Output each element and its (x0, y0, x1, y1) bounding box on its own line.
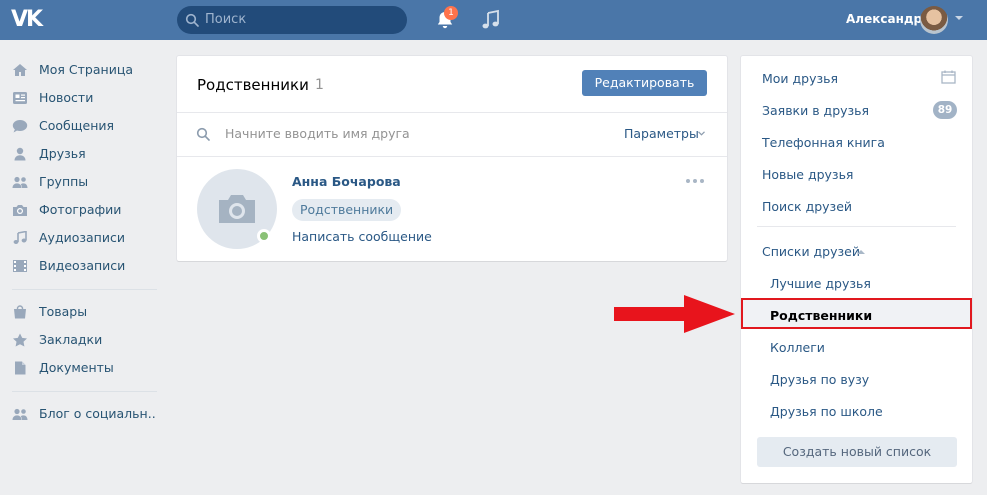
chevron-up-icon[interactable] (857, 250, 865, 254)
music-icon[interactable] (481, 9, 501, 31)
nav-item-label: Видеозаписи (39, 258, 126, 273)
nav-item-friends[interactable]: Друзья (0, 140, 160, 168)
nav-item-video[interactable]: Видеозаписи (0, 252, 160, 280)
list-item-colleagues[interactable]: Коллеги (770, 340, 825, 355)
nav-item-label: Фотографии (39, 202, 122, 217)
nav-item-label: Аудиозаписи (39, 230, 125, 245)
create-list-button[interactable]: Создать новый список (757, 437, 957, 467)
nav-divider (12, 391, 157, 392)
nav-divider (12, 289, 157, 290)
more-options-icon[interactable] (685, 178, 705, 184)
nav-item-audio[interactable]: Аудиозаписи (0, 224, 160, 252)
nav-item-photos[interactable]: Фотографии (0, 196, 160, 224)
page-title: Родственники (197, 76, 309, 94)
divider (177, 112, 727, 113)
music-icon (13, 231, 27, 244)
avatar[interactable] (920, 6, 948, 34)
side-item-find-friends[interactable]: Поиск друзей (762, 199, 852, 214)
list-item-relatives[interactable]: Родственники (770, 308, 872, 323)
nav-item-my-page[interactable]: Моя Страница (0, 56, 160, 84)
search-icon (196, 127, 210, 141)
groups-icon (12, 176, 28, 188)
edit-button[interactable]: Редактировать (582, 70, 707, 96)
top-header: VK Поиск 1 Александр (0, 0, 987, 40)
nav-item-messages[interactable]: Сообщения (0, 112, 160, 140)
list-item-best-friends[interactable]: Лучшие друзья (770, 276, 871, 291)
star-icon (13, 333, 27, 347)
side-item-friend-requests[interactable]: Заявки в друзья (762, 103, 869, 118)
friend-search-input[interactable]: Начните вводить имя друга (225, 126, 410, 141)
list-item-school-friends[interactable]: Друзья по школе (770, 404, 883, 419)
home-icon (13, 64, 27, 76)
nav-item-bookmarks[interactable]: Закладки (0, 326, 160, 354)
user-name[interactable]: Александр (846, 12, 922, 26)
friends-count: 1 (315, 77, 324, 93)
write-message-link[interactable]: Написать сообщение (292, 229, 432, 244)
nav-item-label: Друзья (39, 146, 86, 161)
nav-item-documents[interactable]: Документы (0, 354, 160, 382)
document-icon (15, 361, 26, 375)
nav-item-groups[interactable]: Группы (0, 168, 160, 196)
calendar-icon[interactable] (941, 70, 956, 84)
red-arrow-annotation (614, 295, 735, 333)
nav-item-label: Группы (39, 174, 89, 189)
vk-logo[interactable]: VK (11, 8, 47, 32)
divider (177, 156, 727, 157)
chevron-down-icon[interactable] (698, 131, 705, 136)
search-input[interactable]: Поиск (205, 12, 246, 28)
camera-icon (219, 195, 255, 223)
left-nav: Моя Страница Новости Сообщения Друзья Гр… (0, 56, 160, 428)
groups-icon (12, 408, 28, 420)
chevron-down-icon[interactable] (955, 16, 963, 20)
nav-item-market[interactable]: Товары (0, 298, 160, 326)
nav-item-news[interactable]: Новости (0, 84, 160, 112)
side-item-my-friends[interactable]: Мои друзья (762, 71, 838, 86)
friend-lists-toggle[interactable]: Списки друзей (762, 244, 860, 259)
friend-list-tag[interactable]: Родственники (292, 199, 402, 221)
header-search[interactable]: Поиск (177, 6, 407, 34)
nav-item-label: Документы (39, 360, 114, 375)
online-indicator (257, 229, 271, 243)
friends-side-menu: Мои друзья Заявки в друзья 89 Телефонная… (741, 56, 972, 483)
list-item-university-friends[interactable]: Друзья по вузу (770, 372, 869, 387)
nav-item-label: Моя Страница (39, 62, 133, 77)
friend-name-link[interactable]: Анна Бочарова (292, 174, 401, 189)
params-dropdown[interactable]: Параметры (624, 126, 699, 141)
divider (757, 226, 956, 227)
friends-list-card: Родственники 1 Редактировать Начните вво… (177, 56, 727, 261)
nav-item-label: Блог о социальн.. (39, 406, 156, 421)
side-item-phone-book[interactable]: Телефонная книга (762, 135, 885, 150)
film-icon (13, 260, 27, 272)
user-icon (14, 147, 26, 161)
messages-icon (12, 120, 28, 133)
requests-count-badge: 89 (933, 101, 957, 119)
search-icon (185, 13, 199, 27)
camera-icon (13, 205, 27, 216)
news-icon (13, 92, 27, 104)
nav-item-label: Товары (39, 304, 88, 319)
nav-item-label: Закладки (39, 332, 103, 347)
nav-item-blog-group[interactable]: Блог о социальн.. (0, 400, 160, 428)
nav-item-label: Новости (39, 90, 94, 105)
bag-icon (14, 305, 26, 319)
notification-badge: 1 (444, 6, 458, 20)
side-item-new-friends[interactable]: Новые друзья (762, 167, 853, 182)
nav-item-label: Сообщения (39, 118, 115, 133)
